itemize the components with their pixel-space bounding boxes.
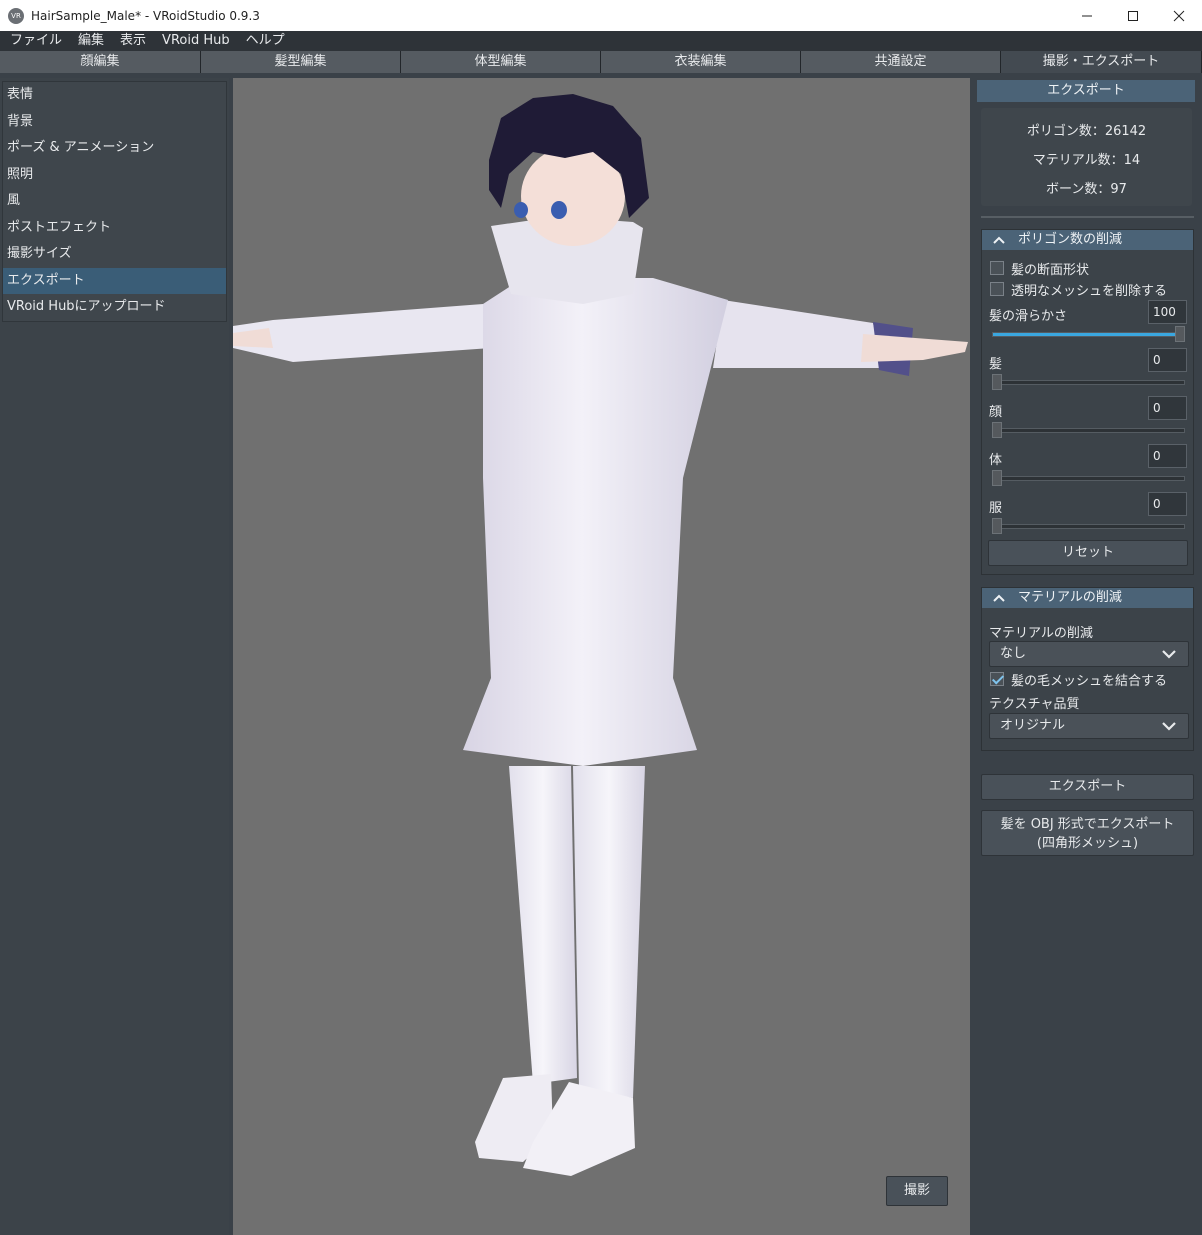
face-label: 顔 [989,405,1003,420]
export-panel-header: エクスポート [977,80,1195,102]
polygon-reduction-section: ポリゴン数の削減 髪の断面形状 透明なメッシュを削除する 髪の滑らかさ 100 … [981,229,1194,575]
export-button[interactable]: エクスポート [981,774,1194,800]
list-item-background[interactable]: 背景 [3,109,226,136]
hair-smoothness-slider[interactable] [992,326,1185,342]
tab-hair[interactable]: 髪型編集 [201,51,401,73]
tab-face[interactable]: 顔編集 [0,51,201,73]
chevron-down-icon [1162,722,1176,731]
list-item-pose-animation[interactable]: ポーズ & アニメーション [3,135,226,162]
clothes-label: 服 [989,501,1003,516]
tab-outfit[interactable]: 衣装編集 [601,51,801,73]
tab-photo-export[interactable]: 撮影・エクスポート [1001,51,1202,73]
menu-help[interactable]: ヘルプ [238,31,293,51]
slider-thumb[interactable] [1175,326,1185,342]
chevron-down-icon [1162,650,1176,659]
hair-reduction-input[interactable]: 0 [1148,348,1187,372]
body-label: 体 [989,453,1003,468]
close-icon [1173,10,1185,21]
left-panel: 表情 背景 ポーズ & アニメーション 照明 風 ポストエフェクト 撮影サイズ … [0,78,229,1235]
merge-hair-mesh-checkbox[interactable] [990,672,1004,686]
clothes-reduction-slider[interactable] [992,518,1185,534]
category-list: 表情 背景 ポーズ & アニメーション 照明 風 ポストエフェクト 撮影サイズ … [2,81,227,322]
tab-body[interactable]: 体型編集 [401,51,601,73]
title-bar: VR HairSample_Male* - VRoidStudio 0.9.3 [0,0,1202,31]
list-item-expression[interactable]: 表情 [3,82,226,109]
list-item-upload-vroid-hub[interactable]: VRoid Hubにアップロード [3,294,226,321]
minimize-icon [1082,15,1092,16]
bone-count: ボーン数：97 [1046,182,1127,197]
menu-file[interactable]: ファイル [2,31,70,51]
button-label-line1: 髪を OBJ 形式でエクスポート [1000,817,1175,832]
hair-label: 髪 [989,357,1003,372]
list-item-photo-size[interactable]: 撮影サイズ [3,241,226,268]
material-count: マテリアル数：14 [1032,153,1141,168]
dropdown-value: なし [1000,646,1027,661]
maximize-icon [1128,10,1138,21]
menu-vroid-hub[interactable]: VRoid Hub [154,31,238,51]
clothes-reduction-input[interactable]: 0 [1148,492,1187,516]
texture-quality-label: テクスチャ品質 [989,697,1080,712]
hair-smoothness-input[interactable]: 100 [1148,300,1187,324]
slider-fill [993,333,1184,336]
menu-view[interactable]: 表示 [112,31,154,51]
face-reduction-slider[interactable] [992,422,1185,438]
character-model [233,94,968,1176]
slider-thumb[interactable] [992,374,1002,390]
material-reduction-header[interactable]: マテリアルの削減 [982,588,1193,608]
model-stats: ポリゴン数：26142 マテリアル数：14 ボーン数：97 [981,108,1192,206]
section-title: ポリゴン数の削減 [1018,232,1123,247]
export-hair-obj-button[interactable]: 髪を OBJ 形式でエクスポート (四角形メッシュ) [981,810,1194,856]
slider-thumb[interactable] [992,422,1002,438]
body-reduction-slider[interactable] [992,470,1185,486]
checkbox-label: 髪の断面形状 [1011,262,1090,278]
checkbox-label: 髪の毛メッシュを結合する [1011,673,1168,689]
body-reduction-input[interactable]: 0 [1148,444,1187,468]
menu-bar: ファイル 編集 表示 VRoid Hub ヘルプ [0,31,1202,51]
remove-transparent-checkbox[interactable] [990,282,1004,296]
minimize-button[interactable] [1064,0,1110,31]
list-item-wind[interactable]: 風 [3,188,226,215]
list-item-lighting[interactable]: 照明 [3,162,226,189]
section-title: マテリアルの削減 [1018,590,1122,605]
list-item-post-effect[interactable]: ポストエフェクト [3,215,226,242]
app-icon: VR [8,7,24,24]
remove-transparent-checkbox-row[interactable]: 透明なメッシュを削除する [990,280,1168,299]
chevron-up-icon [992,233,1006,247]
tab-common-settings[interactable]: 共通設定 [801,51,1001,73]
material-reduction-dropdown[interactable]: なし [989,641,1189,667]
polygon-count: ポリゴン数：26142 [1026,124,1147,139]
texture-quality-dropdown[interactable]: オリジナル [989,713,1189,739]
maximize-button[interactable] [1110,0,1156,31]
menu-edit[interactable]: 編集 [70,31,112,51]
close-button[interactable] [1156,0,1202,31]
list-item-export[interactable]: エクスポート [3,267,226,294]
hair-cross-section-checkbox[interactable] [990,261,1004,275]
3d-viewport[interactable]: 撮影 [233,78,970,1235]
material-reduction-section: マテリアルの削減 マテリアルの削減 なし 髪の毛メッシュを結合する テクスチャ品… [981,587,1194,751]
hair-smoothness-label: 髪の滑らかさ [989,309,1068,324]
hair-cross-section-checkbox-row[interactable]: 髪の断面形状 [990,259,1090,278]
face-reduction-input[interactable]: 0 [1148,396,1187,420]
material-reduction-label: マテリアルの削減 [989,626,1093,641]
divider [981,216,1194,218]
dropdown-value: オリジナル [1000,718,1066,733]
chevron-up-icon [992,591,1006,605]
capture-button[interactable]: 撮影 [886,1176,948,1206]
hair-reduction-slider[interactable] [992,374,1185,390]
slider-thumb[interactable] [992,470,1002,486]
button-label-line2: (四角形メッシュ) [1036,836,1139,851]
reset-button[interactable]: リセット [988,540,1188,566]
slider-thumb[interactable] [992,518,1002,534]
checkbox-label: 透明なメッシュを削除する [1011,283,1168,299]
tab-strip: 顔編集 髪型編集 体型編集 衣装編集 共通設定 撮影・エクスポート [0,51,1202,73]
window-title: HairSample_Male* - VRoidStudio 0.9.3 [31,8,260,23]
polygon-reduction-header[interactable]: ポリゴン数の削減 [982,230,1193,250]
export-panel: エクスポート ポリゴン数：26142 マテリアル数：14 ボーン数：97 ポリゴ… [975,78,1202,1235]
merge-hair-mesh-checkbox-row[interactable]: 髪の毛メッシュを結合する [990,670,1168,689]
